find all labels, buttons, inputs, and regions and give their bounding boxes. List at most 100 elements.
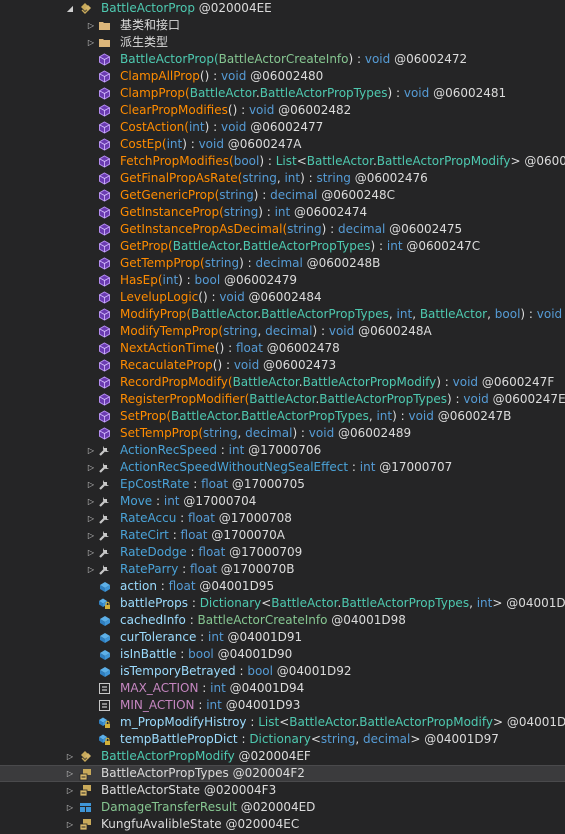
tree-row[interactable]: ▷ RateParry : float @1700070B [0, 561, 565, 578]
tree-row[interactable]: cachedInfo : BattleActorCreateInfo @0400… [0, 612, 565, 629]
tree-row[interactable]: MIN_ACTION : int @04001D93 [0, 697, 565, 714]
expand-arrow-icon[interactable]: ▷ [65, 816, 75, 833]
tree-row-label: BattleActorState @020004F3 [101, 782, 276, 799]
tree-row[interactable]: ◢ BattleActorProp @020004EE [0, 0, 565, 17]
tree-row-label: RecaculateProp() : void @06002473 [120, 357, 336, 374]
tree-row[interactable]: BattleActorProp(BattleActorCreateInfo) :… [0, 51, 565, 68]
expand-arrow-icon[interactable]: ▷ [86, 476, 96, 493]
label-segment: void [248, 103, 275, 117]
tree-row[interactable]: ▷ RateCirt : float @1700070A [0, 527, 565, 544]
tree-row[interactable]: GetInstanceProp(string) : int @06002474 [0, 204, 565, 221]
label-segment: void [463, 392, 489, 406]
expand-arrow-icon[interactable]: ▷ [65, 799, 75, 816]
expand-arrow-icon[interactable]: ▷ [86, 493, 96, 510]
label-segment: @020004EF [234, 749, 311, 763]
label-segment: int [386, 239, 403, 253]
tree-row[interactable]: HasEp(int) : bool @06002479 [0, 272, 565, 289]
tree-row[interactable]: ▷ ActionRecSpeedWithoutNegSealEffect : in… [0, 459, 565, 476]
tree-row[interactable]: ▷ BattleActorPropModify @020004EF [0, 748, 565, 765]
tree-row[interactable]: ClampAllProp() : void @06002480 [0, 68, 565, 85]
expand-arrow-icon[interactable]: ▷ [65, 766, 75, 781]
label-segment: GetGenericProp( [120, 188, 220, 202]
expand-arrow-icon[interactable]: ▷ [86, 561, 96, 578]
label-segment: BattleActorPropTypes [259, 86, 388, 100]
tree-row[interactable]: ClampProp(BattleActor.BattleActorPropTyp… [0, 85, 565, 102]
label-segment: ModifyProp( [120, 307, 192, 321]
tree-row[interactable]: action : float @04001D95 [0, 578, 565, 595]
tree-row[interactable]: ▷ DamageTransferResult @020004ED [0, 799, 565, 816]
tree-row[interactable]: RecaculateProp() : void @06002473 [0, 357, 565, 374]
label-segment: void [220, 69, 247, 83]
tree-row[interactable]: curTolerance : int @04001D91 [0, 629, 565, 646]
label-segment: @17000704 [179, 494, 257, 508]
expand-arrow-icon[interactable]: ▷ [65, 782, 75, 799]
tree-row[interactable]: isInBattle : bool @04001D90 [0, 646, 565, 663]
tree-row[interactable]: FetchPropModifies(bool) : List<BattleAct… [0, 153, 565, 170]
label-segment: RateCirt [120, 528, 169, 542]
tree-row[interactable]: NextActionTime() : float @06002478 [0, 340, 565, 357]
label-segment: curTolerance [120, 630, 197, 644]
tree-row[interactable]: ▷ Move : int @17000704 [0, 493, 565, 510]
tree-row[interactable]: RegisterPropModifier(BattleActor.BattleA… [0, 391, 565, 408]
label-segment: < [310, 732, 321, 746]
label-segment: decimal [337, 222, 386, 236]
tree-row[interactable]: ▷ RateAccu : float @17000708 [0, 510, 565, 527]
label-segment: void [408, 409, 434, 423]
tree-row[interactable]: tempBattlePropDict : Dictionary<string, … [0, 731, 565, 748]
expand-arrow-icon[interactable]: ▷ [86, 544, 96, 561]
label-segment: @06002489 [334, 426, 412, 440]
tree-row-label: RecordPropModify(BattleActor.BattleActor… [120, 374, 554, 391]
private-field-icon [98, 716, 111, 729]
collapse-arrow-icon[interactable]: ◢ [65, 0, 75, 17]
label-segment: @020004EC [221, 817, 300, 831]
label-segment: : [176, 647, 189, 661]
tree-row[interactable]: RecordPropModify(BattleActor.BattleActor… [0, 374, 565, 391]
expand-arrow-icon[interactable]: ▷ [86, 442, 96, 459]
tree-row[interactable]: ModifyProp(BattleActor.BattleActorPropTy… [0, 306, 565, 323]
label-segment: ActionRecSpeedWithoutNegSealEffect [120, 460, 349, 474]
tree-row[interactable]: SetTempProp(string, decimal) : void @060… [0, 425, 565, 442]
tree-row-label: CostEp(int) : void @0600247A [120, 136, 301, 153]
tree-row[interactable]: ▷ BattleActorState @020004F3 [0, 782, 565, 799]
tree-row[interactable]: SetProp(BattleActor.BattleActorPropTypes… [0, 408, 565, 425]
tree-row[interactable]: isTemporyBetrayed : bool @04001D92 [0, 663, 565, 680]
tree-row[interactable]: ▷ RateDodge : float @17000709 [0, 544, 565, 561]
tree-row[interactable]: GetInstancePropAsDecimal(string) : decim… [0, 221, 565, 238]
assembly-tree-view[interactable]: ◢ BattleActorProp @020004EE ▷ 基类和接口 ▷ 派生类型 Bat… [0, 0, 565, 834]
label-segment: ) : [239, 256, 256, 270]
tree-row[interactable]: GetProp(BattleActor.BattleActorPropTypes… [0, 238, 565, 255]
expand-arrow-icon[interactable]: ▷ [86, 527, 96, 544]
tree-row[interactable]: GetGenericProp(string) : decimal @060024… [0, 187, 565, 204]
label-segment: @0600247C [402, 239, 481, 253]
tree-row[interactable]: ▷ 派生类型 [0, 34, 565, 51]
label-segment: > @04001D97 [410, 732, 499, 746]
label-segment: () : [199, 69, 221, 83]
expand-arrow-icon[interactable]: ▷ [86, 459, 96, 476]
expand-arrow-icon[interactable]: ▷ [86, 17, 96, 34]
field-icon [98, 614, 111, 627]
tree-row[interactable]: ▷ BattleActorPropTypes @020004F2 [0, 765, 565, 782]
tree-row[interactable]: ▷ EpCostRate : float @17000705 [0, 476, 565, 493]
label-segment: ) : [520, 307, 537, 321]
tree-row[interactable]: ▷ ActionRecSpeed : int @17000706 [0, 442, 565, 459]
label-segment: int [274, 205, 291, 219]
tree-row[interactable]: ClearPropModifies() : void @06002482 [0, 102, 565, 119]
tree-row[interactable]: GetFinalPropAsRate(string, int) : string… [0, 170, 565, 187]
expand-arrow-icon[interactable]: ▷ [86, 34, 96, 51]
label-segment: CostEp( [120, 137, 167, 151]
label-segment: : [196, 630, 209, 644]
label-segment: @04001D91 [223, 630, 303, 644]
tree-row[interactable]: MAX_ACTION : int @04001D94 [0, 680, 565, 697]
tree-row[interactable]: CostEp(int) : void @0600247A [0, 136, 565, 153]
expand-arrow-icon[interactable]: ▷ [86, 510, 96, 527]
method-icon [98, 308, 111, 321]
tree-row[interactable]: LevelupLogic() : void @06002484 [0, 289, 565, 306]
tree-row[interactable]: ▷ 基类和接口 [0, 17, 565, 34]
tree-row[interactable]: GetTempProp(string) : decimal @0600248B [0, 255, 565, 272]
tree-row[interactable]: CostAction(int) : void @06002477 [0, 119, 565, 136]
tree-row[interactable]: battleProps : Dictionary<BattleActor.Bat… [0, 595, 565, 612]
tree-row[interactable]: ModifyTempProp(string, decimal) : void @… [0, 323, 565, 340]
tree-row[interactable]: m_PropModifyHistroy : List<BattleActor.B… [0, 714, 565, 731]
expand-arrow-icon[interactable]: ▷ [65, 748, 75, 765]
tree-row[interactable]: ▷ KungfuAvalibleState @020004EC [0, 816, 565, 833]
